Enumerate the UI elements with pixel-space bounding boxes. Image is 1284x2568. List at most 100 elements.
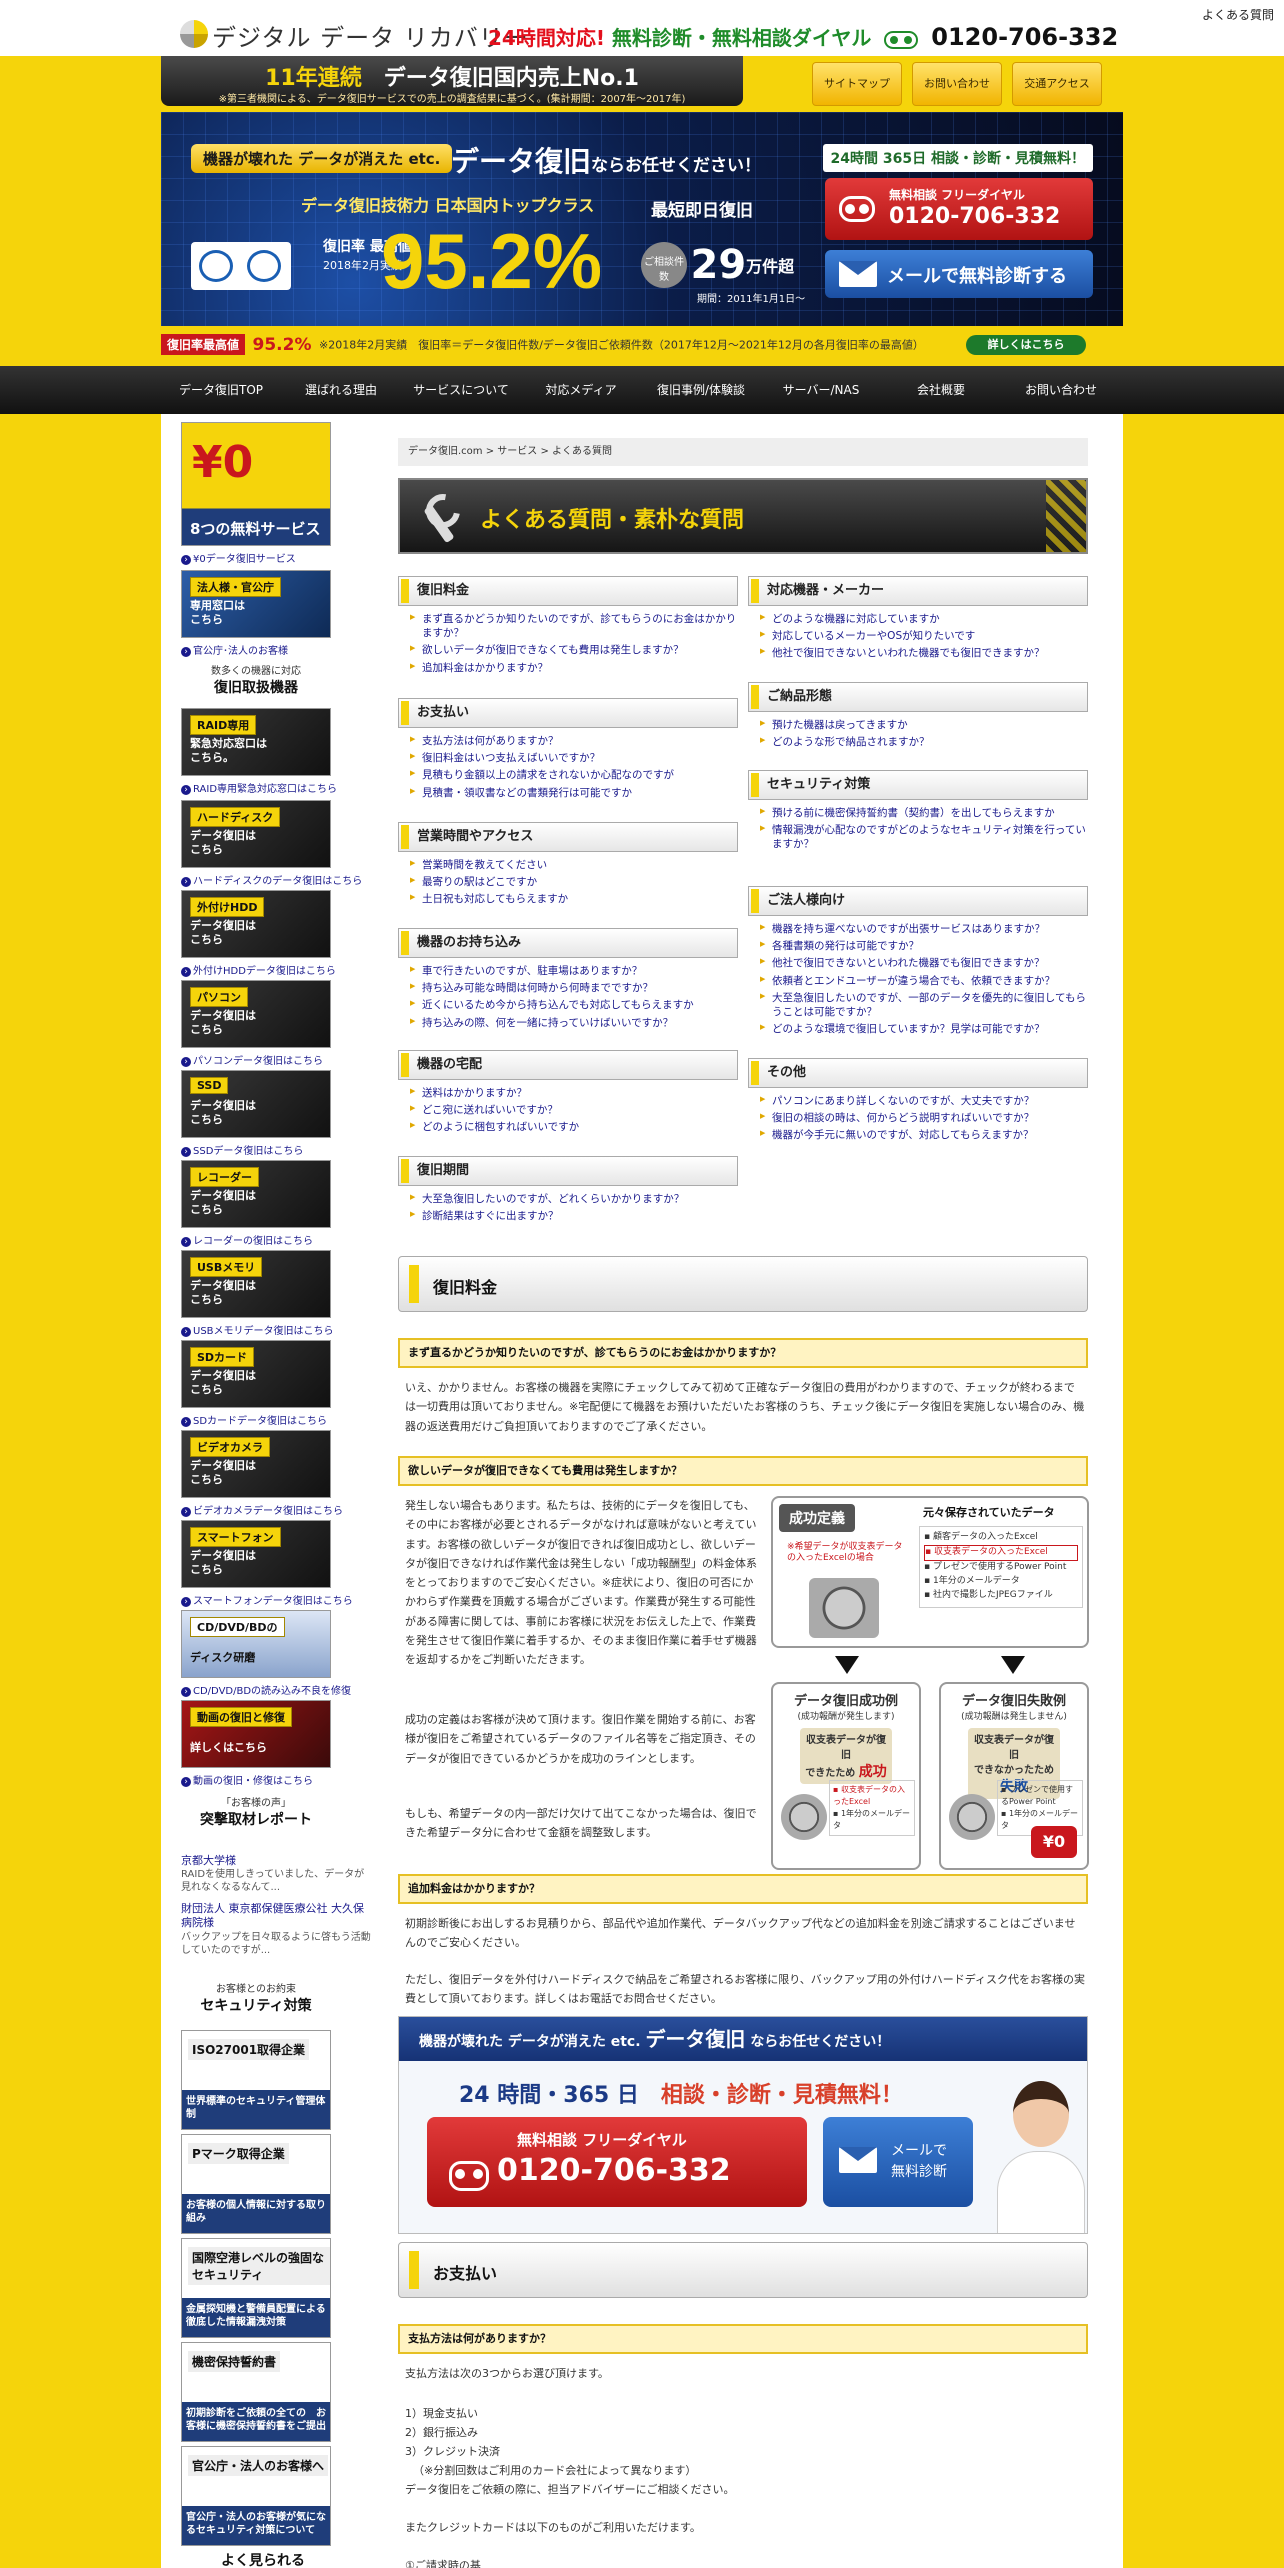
sidebar-link-hdd[interactable]: ハードディスクのデータ復旧はこちら	[181, 872, 362, 887]
question-heading: 支払方法は何がありますか？	[398, 2324, 1088, 2354]
original-data-list: ▪ 顧客データの入ったExcel ▪ 収支表データの入ったExcel ▪ プレゼ…	[919, 1526, 1083, 1608]
sidebar-sd[interactable]: SDカード データ復旧は こちら	[181, 1340, 331, 1408]
sidebar-link-recorder[interactable]: レコーダーの復旧はこちら	[181, 1232, 313, 1247]
faq-link[interactable]: 車で行きたいのですが、駐車場はありますか？	[410, 964, 738, 978]
hero-period: 期間：2011年1月1日～	[697, 294, 806, 305]
faq-link[interactable]: 見積書・領収書などの書類発行は可能ですか	[410, 786, 738, 800]
sidebar-link-external-hdd[interactable]: 外付けHDDデータ復旧はこちら	[181, 962, 336, 977]
nav-service[interactable]: サービスについて	[401, 366, 521, 414]
faq-link[interactable]: 送料はかかりますか？	[410, 1086, 738, 1100]
sidebar-link-sd[interactable]: SDカードデータ復旧はこちら	[181, 1412, 327, 1427]
sidebar-free-service[interactable]: ¥0 8つの無料サービス	[181, 422, 331, 546]
rate-detail-button[interactable]: 詳しくはこちら	[966, 335, 1086, 355]
hero-mail-button[interactable]: メールで無料診断する	[825, 250, 1093, 298]
header-phone-number[interactable]: 0120-706-332	[931, 23, 1118, 51]
faq-link[interactable]: 最寄りの駅はどこですか	[410, 875, 738, 889]
faq-link[interactable]: 持ち込みの際、何を一緒に持っていけばいいですか？	[410, 1016, 738, 1030]
faq-link[interactable]: どのような環境で復旧していますか？見学は可能ですか？	[760, 1022, 1088, 1036]
news-item[interactable]: 京都大学様 RAIDを使用しきっていました、データが見れなくなるなんて...	[181, 1854, 371, 1894]
faq-link[interactable]: 支払方法は何がありますか？	[410, 734, 738, 748]
sidebar-video-repair[interactable]: 動画の復旧と修復 詳しくはこちら	[181, 1700, 331, 1768]
faq-link[interactable]: 預けた機器は戻ってきますか	[760, 718, 1088, 732]
sidebar-recorder[interactable]: レコーダー データ復旧は こちら	[181, 1160, 331, 1228]
header-phone[interactable]: 24時間対応! 無料診断・無料相談ダイヤル 0120-706-332	[488, 22, 1118, 51]
faq-link[interactable]: 依頼者とエンドユーザーが違う場合でも、依頼できますか？	[760, 974, 1088, 988]
sidebar-hdd[interactable]: ハードディスク データ復旧は こちら	[181, 800, 331, 868]
faq-link[interactable]: 他社で復旧できないといわれた機器でも復旧できますか？	[760, 956, 1088, 970]
faq-link[interactable]: どのように梱包すればいいですか	[410, 1120, 738, 1134]
sidebar-link-usb[interactable]: USBメモリデータ復旧はこちら	[181, 1322, 334, 1337]
faq-link[interactable]: 近くにいるため今から持ち込んでも対応してもらえますか	[410, 998, 738, 1012]
faq-link[interactable]: 機器が今手元に無いのですが、対応してもらえますか？	[760, 1128, 1088, 1142]
sidebar-corporate[interactable]: 法人様・官公庁 専用窓口は こちら	[181, 570, 331, 638]
nav-server[interactable]: サーバー/NAS	[761, 366, 881, 414]
sidebar-smartphone[interactable]: スマートフォン データ復旧は こちら	[181, 1520, 331, 1588]
faq-link[interactable]: 持ち込み可能な時間は何時から何時までですか？	[410, 981, 738, 995]
sitemap-link[interactable]: サイトマップ	[812, 62, 902, 106]
faq-link[interactable]: 欲しいデータが復旧できなくても費用は発生しますか？	[410, 643, 738, 657]
faq-link[interactable]: 復旧の相談の時は、何からどう説明すればいいですか？	[760, 1111, 1088, 1125]
hero-main-copy: データ復旧ならお任せください！	[451, 145, 762, 178]
security-corporate[interactable]: 官公庁・法人のお客様へ 官公庁・法人のお客様が気になるセキュリティ対策について	[181, 2446, 331, 2546]
nav-media[interactable]: 対応メディア	[521, 366, 641, 414]
sidebar-link-video-repair[interactable]: 動画の復旧・修復はこちら	[181, 1772, 313, 1787]
faq-link[interactable]: 復旧料金はいつ支払えばいいですか？	[410, 751, 738, 765]
cta-mail-button[interactable]: メールで 無料診断	[823, 2117, 973, 2207]
sidebar-disc[interactable]: CD/DVD/BDの ディスク研磨	[181, 1610, 331, 1678]
nav-company[interactable]: 会社概要	[881, 366, 1001, 414]
faq-cat-return: ご納品形態 預けた機器は戻ってきますかどのような形で納品されますか？	[748, 682, 1088, 752]
sidebar-raid[interactable]: RAID専用 緊急対応窓口は こちら。	[181, 708, 331, 776]
faq-link[interactable]: 土日祝も対応してもらえますか	[410, 892, 738, 906]
nav-cases[interactable]: 復旧事例/体験談	[641, 366, 761, 414]
faq-link[interactable]: 大至急復旧したいのですが、一部のデータを優先的に復旧してもらうことは可能ですか？	[760, 991, 1088, 1019]
faq-top-link[interactable]: よくある質問	[1202, 6, 1274, 23]
sidebar-link-raid[interactable]: RAID専用緊急対応窓口はこちら	[181, 780, 337, 795]
sidebar-usb[interactable]: USBメモリ データ復旧は こちら	[181, 1250, 331, 1318]
sidebar-link-video[interactable]: ビデオカメラデータ復旧はこちら	[181, 1502, 343, 1517]
faq-link[interactable]: どこ宛に送ればいいですか？	[410, 1103, 738, 1117]
faq-link[interactable]: どのような形で納品されますか？	[760, 735, 1088, 749]
security-pmark[interactable]: Pマーク取得企業 お客様の個人情報に対する取り組み	[181, 2134, 331, 2234]
nav-reason[interactable]: 選ばれる理由	[281, 366, 401, 414]
contact-link[interactable]: お問い合わせ	[912, 62, 1002, 106]
faq-link[interactable]: 見積もり金額以上の請求をされないか心配なのですが	[410, 768, 738, 782]
hero-free-dial-button[interactable]: 無料相談 フリーダイヤル 0120-706-332	[825, 178, 1093, 240]
faq-link[interactable]: 対応しているメーカーやOSが知りたいです	[760, 629, 1088, 643]
faq-link[interactable]: パソコンにあまり詳しくないのですが、大丈夫ですか？	[760, 1094, 1088, 1108]
sidebar-link-smartphone[interactable]: スマートフォンデータ復旧はこちら	[181, 1592, 353, 1607]
faq-link[interactable]: 追加料金はかかりますか？	[410, 661, 738, 675]
sidebar-pc[interactable]: パソコン データ復旧は こちら	[181, 980, 331, 1048]
faq-link[interactable]: 営業時間を教えてください	[410, 858, 738, 872]
breadcrumb[interactable]: データ復旧.com > サービス > よくある質問	[398, 438, 1088, 466]
security-airport[interactable]: 国際空港レベルの強固なセキュリティ 金属探知機と警備員配置による徹底した情報漏洩対…	[181, 2238, 331, 2338]
faq-link[interactable]: 診断結果はすぐに出ますか？	[410, 1209, 738, 1223]
faq-link[interactable]: 各種書類の発行は可能ですか？	[760, 939, 1088, 953]
sidebar-link-corporate[interactable]: 官公庁･法人のお客様	[181, 642, 288, 657]
sidebar-link-free[interactable]: ¥0データ復旧サービス	[181, 550, 296, 565]
sidebar-video[interactable]: ビデオカメラ データ復旧は こちら	[181, 1430, 331, 1498]
sidebar-link-disc[interactable]: CD/DVD/BDの読み込み不良を修復	[181, 1682, 351, 1697]
rate-strip-note: ※2018年2月実績 復旧率＝データ復旧件数/データ復旧ご依頼件数（2017年1…	[319, 338, 924, 352]
news-item[interactable]: 財団法人 東京都保健医療公社 大久保病院様 バックアップを日々取るように啓もう活動…	[181, 1902, 371, 1957]
cta-free-dial-button[interactable]: 無料相談 フリーダイヤル 0120-706-332	[427, 2117, 807, 2207]
faq-link[interactable]: どのような機器に対応していますか	[760, 612, 1088, 626]
sidebar-link-ssd[interactable]: SSDデータ復旧はこちら	[181, 1142, 303, 1157]
sidebar-external-hdd[interactable]: 外付けHDD データ復旧は こちら	[181, 890, 331, 958]
sidebar-link-pc[interactable]: パソコンデータ復旧はこちら	[181, 1052, 323, 1067]
faq-link[interactable]: まず直るかどうか知りたいのですが、診てもらうのにお金はかかりますか？	[410, 612, 738, 640]
nav-top[interactable]: データ復旧TOP	[161, 366, 281, 414]
faq-link[interactable]: 預ける前に機密保持誓約書（契約書）を出してもらえますか	[760, 806, 1088, 820]
security-iso[interactable]: ISO27001取得企業 世界標準のセキュリティ管理体制	[181, 2030, 331, 2130]
site-logo[interactable]: デジタル データ リカバリー	[212, 18, 529, 53]
access-link[interactable]: 交通アクセス	[1012, 62, 1102, 106]
logo-icon[interactable]	[180, 20, 208, 48]
faq-cat-payment: お支払い 支払方法は何がありますか？復旧料金はいつ支払えばいいですか？見積もり金…	[398, 698, 738, 803]
faq-link[interactable]: 他社で復旧できないといわれた機器でも復旧できますか？	[760, 646, 1088, 660]
nav-contact[interactable]: お問い合わせ	[1001, 366, 1121, 414]
faq-link[interactable]: 情報漏洩が心配なのですがどのようなセキュリティ対策を行っていますか？	[760, 823, 1088, 851]
security-nda[interactable]: 機密保持誓約書 初期診断をご依頼の全ての お客様に機密保持誓約書をご提出	[181, 2342, 331, 2442]
sidebar-ssd[interactable]: SSD データ復旧は こちら	[181, 1070, 331, 1138]
faq-link[interactable]: 大至急復旧したいのですが、どれくらいかかりますか？	[410, 1192, 738, 1206]
section-payment-heading: お支払い	[398, 2242, 1088, 2298]
faq-link[interactable]: 機器を持ち運べないのですが出張サービスはありますか？	[760, 922, 1088, 936]
